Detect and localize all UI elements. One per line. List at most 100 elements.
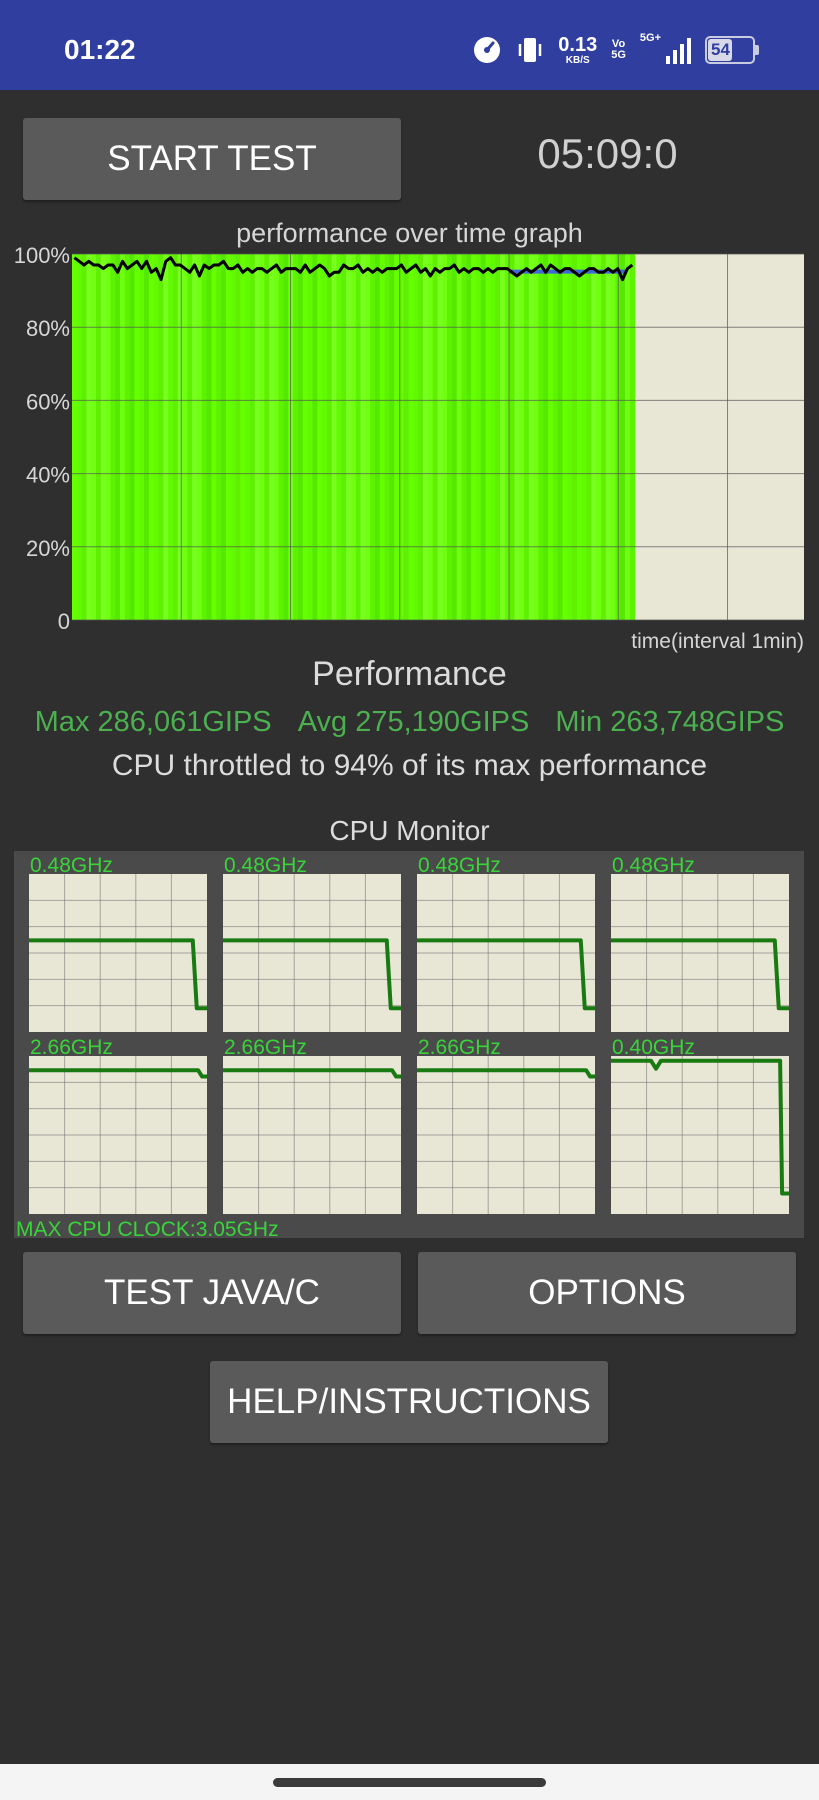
performance-bar [423, 254, 429, 620]
performance-bar [581, 254, 588, 620]
performance-bar [408, 254, 415, 620]
performance-bar [370, 254, 376, 620]
performance-bar [466, 254, 472, 620]
throttle-text: CPU throttled to 94% of its max performa… [111, 749, 708, 782]
core-frequency-label: 2.66GHz [418, 1036, 501, 1059]
performance-bar [172, 254, 179, 620]
performance-bar [490, 254, 496, 620]
performance-bar [134, 254, 140, 620]
help-instructions-button[interactable]: HELP/INSTRUCTIONS [210, 1361, 608, 1443]
performance-bar [427, 254, 434, 620]
performance-bar [586, 254, 592, 620]
battery-percent: 54 [711, 40, 730, 59]
perf-min: Min 263,748GIPS [555, 706, 785, 738]
performance-bar [269, 254, 275, 620]
performance-bar [572, 254, 578, 620]
performance-bar [374, 254, 381, 620]
performance-bar [187, 254, 193, 620]
performance-bar [283, 254, 290, 620]
y-tick-label: 100% [14, 245, 70, 268]
performance-bar [96, 254, 102, 620]
performance-bar [81, 254, 88, 620]
status-time: 01:22 [64, 34, 136, 65]
core-frequency-label: 2.66GHz [224, 1036, 307, 1059]
vibrate-icon [519, 38, 542, 62]
performance-bar [312, 254, 318, 620]
test-java-c-button[interactable]: TEST JAVA/C [23, 1252, 401, 1334]
y-tick-label: 80% [26, 316, 70, 341]
performance-bar [442, 254, 448, 620]
performance-bar [124, 254, 131, 620]
performance-bar [120, 254, 126, 620]
performance-graph: 100% 80% 60% 40% 20% 0 time(interval 1min) [14, 245, 804, 653]
performance-bar [144, 254, 150, 620]
cpu-monitor-panel: 0.48GHz 0.48GHz 0.48GHz 0.48GHz 2.66GHz 2.66G… [14, 851, 804, 1241]
performance-bar [533, 254, 540, 620]
performance-bar [254, 254, 261, 620]
performance-bar [576, 254, 583, 620]
performance-bar [211, 254, 217, 620]
performance-bar [273, 254, 280, 620]
performance-bar [562, 254, 568, 620]
performance-bar [72, 254, 78, 620]
performance-bar [153, 254, 160, 620]
performance-bar [221, 254, 227, 620]
performance-bar [91, 254, 97, 620]
status-bar: 01:22 0.13 KB/S Vo 5G 5G+ 54 [0, 0, 819, 90]
performance-bar [447, 254, 453, 620]
performance-bar [495, 254, 501, 620]
performance-bar [259, 254, 265, 620]
perf-max: Max 286,061GIPS [34, 706, 272, 738]
performance-bar [326, 254, 333, 620]
y-tick-label: 60% [26, 389, 70, 414]
performance-bar [596, 254, 602, 620]
performance-bar [129, 254, 136, 620]
performance-bar [538, 254, 544, 620]
performance-bar [288, 254, 294, 620]
performance-bar [355, 254, 362, 620]
cpu-core-graphs: 0.48GHz 0.48GHz 0.48GHz 0.48GHz 2.66GHz 2.66G… [29, 854, 789, 1214]
performance-bar [177, 254, 184, 620]
performance-bar [293, 254, 299, 620]
performance-bar [249, 254, 256, 620]
max-cpu-clock: MAX CPU CLOCK:3.05GHz [16, 1218, 279, 1241]
performance-bar [379, 254, 386, 620]
performance-bar [620, 254, 626, 620]
y-tick-label: 40% [26, 463, 70, 488]
status-icons: 0.13 KB/S Vo 5G 5G+ 54 [472, 30, 759, 70]
start-test-button[interactable]: START TEST [23, 118, 401, 200]
performance-bar [168, 254, 174, 620]
performance-bar [384, 254, 390, 620]
performance-bar [139, 254, 145, 620]
performance-bar [519, 254, 525, 620]
performance-bar [500, 254, 506, 620]
performance-bar [278, 254, 285, 620]
performance-bar [163, 254, 169, 620]
options-button[interactable]: OPTIONS [418, 1252, 796, 1334]
home-gesture-handle[interactable] [273, 1778, 546, 1787]
performance-bar [115, 254, 121, 620]
core-frequency-label: 2.66GHz [30, 1036, 113, 1059]
core-frequency-label: 0.40GHz [612, 1036, 695, 1059]
test-timer: 05:09:0 [537, 130, 678, 177]
performance-bar [605, 254, 612, 620]
performance-bar [350, 254, 357, 620]
performance-bar [192, 254, 198, 620]
performance-bar [451, 254, 458, 620]
performance-bar [110, 254, 116, 620]
core-frequency-label: 0.48GHz [612, 854, 695, 877]
performance-bar [591, 254, 597, 620]
performance-bar [216, 254, 222, 620]
performance-bar [475, 254, 482, 620]
cpu-monitor-title: CPU Monitor [329, 815, 490, 846]
performance-bar [86, 254, 92, 620]
performance-bar [413, 254, 419, 620]
performance-bar [100, 254, 107, 620]
performance-bar [225, 254, 232, 620]
y-tick-label: 0 [58, 609, 70, 634]
speedometer-icon [474, 37, 501, 63]
performance-bar [461, 254, 467, 620]
performance-bar [317, 254, 323, 620]
performance-bar [240, 254, 246, 620]
network-speed-value: 0.13 [558, 33, 598, 56]
